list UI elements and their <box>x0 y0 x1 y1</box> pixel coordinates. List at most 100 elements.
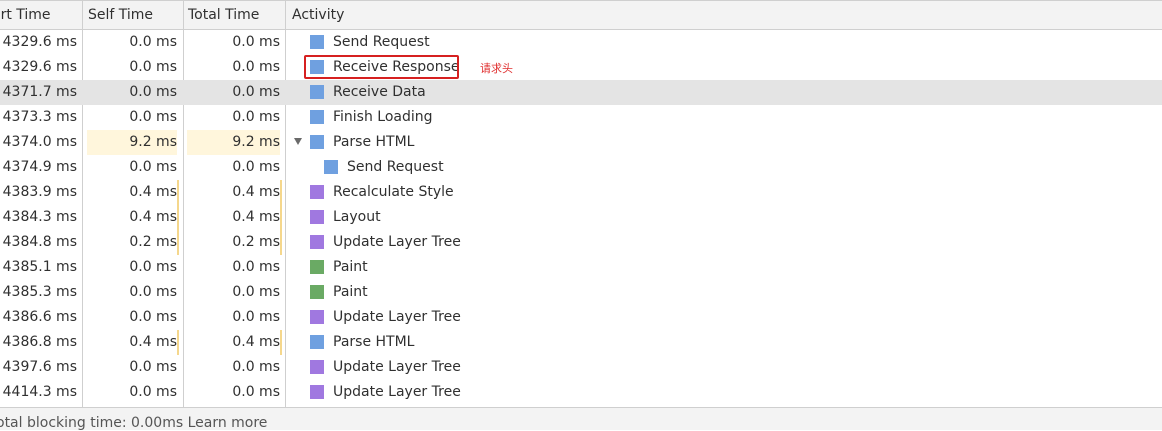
activity-label: Update Layer Tree <box>333 234 461 250</box>
activity-cell: Update Layer Tree <box>286 380 1162 405</box>
total-time-cell: 0.0 ms <box>232 159 280 175</box>
self-time-cell: 0.0 ms <box>129 384 177 400</box>
activity-label: Update Layer Tree <box>333 384 461 400</box>
activity-cell: Paint <box>286 255 1162 280</box>
category-swatch-icon <box>310 235 324 249</box>
self-time-cell: 0.4 ms <box>87 205 179 230</box>
activity-label: Update Layer Tree <box>333 309 461 325</box>
column-header-self-time[interactable]: Self Time <box>83 1 183 29</box>
self-time-cell: 0.4 ms <box>87 330 179 355</box>
activity-cell: Parse HTML <box>286 130 1162 155</box>
start-time-cell: 4371.7 ms <box>2 84 77 100</box>
start-time-cell: 4329.6 ms <box>2 59 77 75</box>
start-time-cell: 4373.3 ms <box>2 109 77 125</box>
start-time-cell: 4384.3 ms <box>2 209 77 225</box>
start-time-cell: 4386.8 ms <box>2 334 77 350</box>
activity-label: Update Layer Tree <box>333 359 461 375</box>
activity-cell: Update Layer Tree <box>286 355 1162 380</box>
activity-label: Receive Data <box>333 84 426 100</box>
self-time-cell: 0.0 ms <box>129 159 177 175</box>
annotation-note: 请求头 <box>480 62 513 75</box>
total-blocking-time: otal blocking time: 0.00ms Learn more <box>0 415 267 431</box>
table-row[interactable]: 4386.8 ms 0.4 ms 0.4 ms Parse HTML <box>0 330 1162 355</box>
self-time-cell: 0.0 ms <box>129 259 177 275</box>
table-row[interactable]: 4374.9 ms 0.0 ms 0.0 ms Send Request <box>0 155 1162 180</box>
activity-label: Recalculate Style <box>333 184 454 200</box>
total-time-cell: 0.0 ms <box>232 259 280 275</box>
table-row[interactable]: 4384.8 ms 0.2 ms 0.2 ms Update Layer Tree <box>0 230 1162 255</box>
activity-cell: Parse HTML <box>286 330 1162 355</box>
start-time-cell: 4383.9 ms <box>2 184 77 200</box>
self-time-cell: 0.0 ms <box>129 359 177 375</box>
total-time-cell: 0.0 ms <box>232 59 280 75</box>
category-swatch-icon <box>310 285 324 299</box>
category-swatch-icon <box>310 385 324 399</box>
summary-footer: otal blocking time: 0.00ms Learn more <box>0 407 1162 431</box>
self-time-cell: 0.2 ms <box>87 230 179 255</box>
start-time-cell: 4397.6 ms <box>2 359 77 375</box>
table-row[interactable]: 4371.7 ms 0.0 ms 0.0 ms Receive Data <box>0 80 1162 105</box>
category-swatch-icon <box>310 110 324 124</box>
table-row[interactable]: 4397.6 ms 0.0 ms 0.0 ms Update Layer Tree <box>0 355 1162 380</box>
self-time-cell: 0.0 ms <box>129 59 177 75</box>
table-row[interactable]: 4386.6 ms 0.0 ms 0.0 ms Update Layer Tree <box>0 305 1162 330</box>
activity-label: Finish Loading <box>333 109 433 125</box>
table-row[interactable]: 4373.3 ms 0.0 ms 0.0 ms Finish Loading <box>0 105 1162 130</box>
start-time-cell: 4414.3 ms <box>2 384 77 400</box>
category-swatch-icon <box>310 135 324 149</box>
activity-cell: Receive Data <box>286 80 1162 105</box>
table-row[interactable]: 4329.6 ms 0.0 ms 0.0 ms Send Request <box>0 30 1162 55</box>
column-header-start-time[interactable]: art Time <box>0 1 82 29</box>
table-row[interactable]: 4385.1 ms 0.0 ms 0.0 ms Paint <box>0 255 1162 280</box>
total-time-cell: 0.2 ms <box>187 230 282 255</box>
start-time-cell: 4385.1 ms <box>2 259 77 275</box>
total-time-cell: 0.0 ms <box>232 84 280 100</box>
self-time-cell: 0.0 ms <box>129 84 177 100</box>
category-swatch-icon <box>310 335 324 349</box>
activity-cell: Send Request <box>286 30 1162 55</box>
total-time-cell: 0.0 ms <box>232 109 280 125</box>
total-time-cell: 0.0 ms <box>232 309 280 325</box>
start-time-cell: 4384.8 ms <box>2 234 77 250</box>
total-time-cell: 9.2 ms <box>187 130 280 155</box>
column-header-total-time[interactable]: Total Time <box>184 1 285 29</box>
table-row[interactable]: 4384.3 ms 0.4 ms 0.4 ms Layout <box>0 205 1162 230</box>
column-header-activity[interactable]: Activity <box>286 1 1162 29</box>
activity-label: Send Request <box>333 34 430 50</box>
total-time-cell: 0.4 ms <box>187 180 282 205</box>
self-time-cell: 0.0 ms <box>129 309 177 325</box>
activity-cell: Send Request <box>286 155 1162 180</box>
total-blocking-time-text: otal blocking time: 0.00ms <box>0 415 184 431</box>
table-row[interactable]: 4414.3 ms 0.0 ms 0.0 ms Update Layer Tree <box>0 380 1162 405</box>
event-log-table: 4329.6 ms 0.0 ms 0.0 ms Send Request 4329.6 … <box>0 30 1162 405</box>
self-time-cell: 9.2 ms <box>87 130 177 155</box>
total-time-cell: 0.0 ms <box>232 34 280 50</box>
table-row[interactable]: 4374.0 ms 9.2 ms 9.2 ms Parse HTML <box>0 130 1162 155</box>
table-header: art Time Self Time Total Time Activity <box>0 0 1162 30</box>
table-row[interactable]: 4385.3 ms 0.0 ms 0.0 ms Paint <box>0 280 1162 305</box>
activity-label: Paint <box>333 259 368 275</box>
learn-more-link[interactable]: Learn more <box>188 415 268 431</box>
start-time-cell: 4385.3 ms <box>2 284 77 300</box>
category-swatch-icon <box>310 35 324 49</box>
activity-label: Parse HTML <box>333 134 415 150</box>
expand-triangle-icon[interactable] <box>294 138 302 145</box>
activity-label: Send Request <box>347 159 444 175</box>
start-time-cell: 4374.9 ms <box>2 159 77 175</box>
total-time-cell: 0.0 ms <box>232 284 280 300</box>
total-time-cell: 0.4 ms <box>187 330 282 355</box>
category-swatch-icon <box>310 210 324 224</box>
activity-cell: Update Layer Tree <box>286 305 1162 330</box>
start-time-cell: 4329.6 ms <box>2 34 77 50</box>
table-row[interactable]: 4383.9 ms 0.4 ms 0.4 ms Recalculate Style <box>0 180 1162 205</box>
total-time-cell: 0.4 ms <box>187 205 282 230</box>
start-time-cell: 4374.0 ms <box>2 134 77 150</box>
activity-cell: Update Layer Tree <box>286 230 1162 255</box>
category-swatch-icon <box>310 260 324 274</box>
activity-cell: Paint <box>286 280 1162 305</box>
table-row[interactable]: 4329.6 ms 0.0 ms 0.0 ms Receive Response <box>0 55 1162 80</box>
self-time-cell: 0.0 ms <box>129 109 177 125</box>
activity-cell: Layout <box>286 205 1162 230</box>
self-time-cell: 0.0 ms <box>129 284 177 300</box>
category-swatch-icon <box>310 310 324 324</box>
